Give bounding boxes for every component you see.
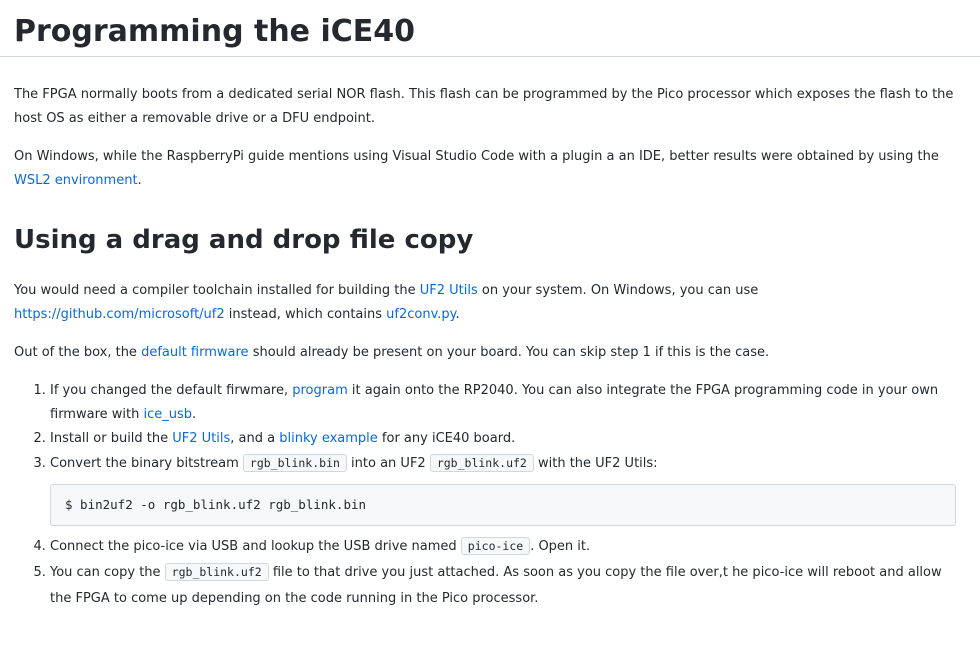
step3-text-3: with the UF2 Utils: xyxy=(533,456,658,471)
step2-text: Install or build the xyxy=(50,431,173,446)
toolchain-paragraph: You would need a compiler toolchain inst… xyxy=(14,279,966,327)
page-title: Programming the iCE40 xyxy=(14,14,416,49)
section-heading: Using a drag and drop file copy xyxy=(14,225,474,255)
step4-text: Connect the pico-ice via USB and lookup … xyxy=(50,539,461,554)
steps-list: If you changed the default firwmare, pro… xyxy=(14,379,966,612)
document-body: The FPGA normally boots from a dedicated… xyxy=(0,83,980,612)
step4-text-2: . Open it. xyxy=(530,539,591,554)
step1-text-3: . xyxy=(192,407,197,422)
default-firmware-paragraph: Out of the box, the default firmware sho… xyxy=(14,341,966,365)
command-code-block: $ bin2uf2 -o rgb_blink.uf2 rgb_blink.bin xyxy=(50,484,956,526)
windows-text: On Windows, while the RaspberryPi guide … xyxy=(14,149,939,164)
uf2-utils-link-2[interactable]: UF2 Utils xyxy=(172,431,230,446)
toolchain-text-4: . xyxy=(455,307,460,322)
list-item: Install or build the UF2 Utils, and a bl… xyxy=(50,427,966,451)
inline-code-uf2: rgb_blink.uf2 xyxy=(429,454,534,472)
uf2-utils-link[interactable]: UF2 Utils xyxy=(420,283,478,298)
windows-paragraph: On Windows, while the RaspberryPi guide … xyxy=(14,145,966,193)
intro-paragraph: The FPGA normally boots from a dedicated… xyxy=(14,87,954,126)
step1-text: If you changed the default firwmare, xyxy=(50,383,293,398)
toolchain-text: You would need a compiler toolchain inst… xyxy=(14,283,420,298)
default-firmware-text: Out of the box, the xyxy=(14,345,142,360)
step5-text: You can copy the xyxy=(50,565,165,580)
default-firmware-text-2: should already be present on your board.… xyxy=(248,345,770,360)
step2-text-3: for any iCE40 board. xyxy=(377,431,516,446)
inline-code-pico-ice: pico-ice xyxy=(460,537,531,555)
wsl2-environment-link[interactable]: WSL2 environment xyxy=(14,173,138,188)
toolchain-text-3: instead, which contains xyxy=(224,307,387,322)
step3-text: Convert the binary bitstream xyxy=(50,456,243,471)
default-firmware-link[interactable]: default firmware xyxy=(141,345,249,360)
uf2conv-link[interactable]: uf2conv.py xyxy=(386,307,455,322)
list-item: Connect the pico-ice via USB and lookup … xyxy=(50,534,966,559)
windows-text-end: . xyxy=(137,173,142,188)
toolchain-text-2: on your system. On Windows, you can use xyxy=(477,283,759,298)
title-divider xyxy=(0,56,980,57)
ice-usb-link[interactable]: ice_usb xyxy=(143,407,192,422)
program-link[interactable]: program xyxy=(292,383,348,398)
step2-text-2: , and a xyxy=(230,431,280,446)
list-item: You can copy the rgb_blink.uf2 file to t… xyxy=(50,559,966,612)
inline-code-bin: rgb_blink.bin xyxy=(242,454,347,472)
inline-code-uf2-file: rgb_blink.uf2 xyxy=(164,563,269,581)
microsoft-uf2-link[interactable]: https://github.com/microsoft/uf2 xyxy=(14,307,225,322)
blinky-example-link[interactable]: blinky example xyxy=(279,431,378,446)
list-item: If you changed the default firwmare, pro… xyxy=(50,379,966,427)
step3-text-2: into an UF2 xyxy=(346,456,430,471)
list-item: Convert the binary bitstream rgb_blink.b… xyxy=(50,451,966,526)
